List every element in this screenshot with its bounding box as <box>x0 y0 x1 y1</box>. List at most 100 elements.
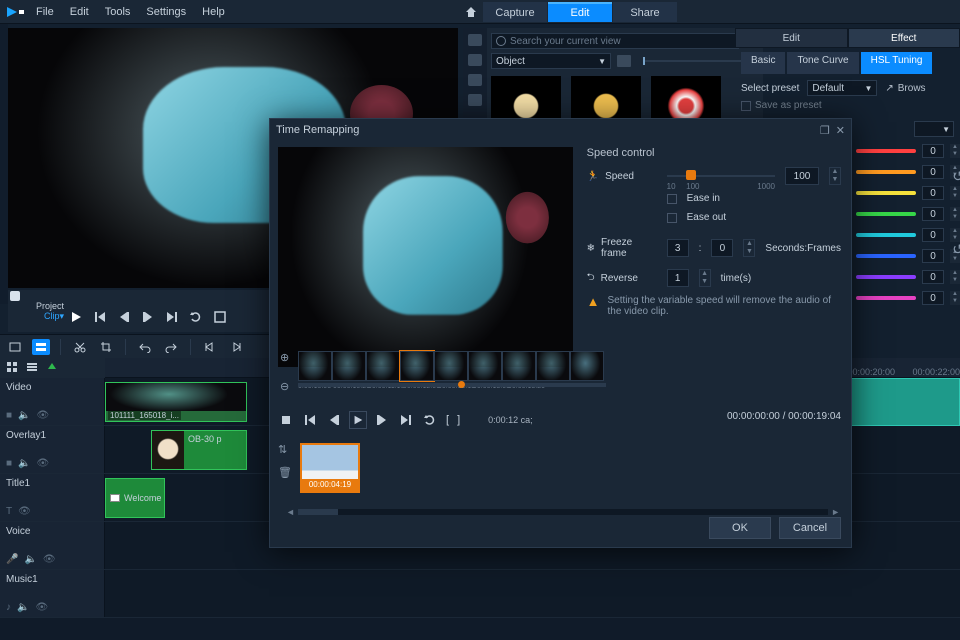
reverse-value[interactable]: 1 <box>667 269 689 287</box>
fs-thumb[interactable] <box>502 351 536 381</box>
fs-thumb[interactable] <box>400 351 434 381</box>
visibility-icon[interactable]: 👁 <box>37 410 50 421</box>
hsl-value[interactable]: 0 <box>922 165 944 179</box>
camera-icon[interactable]: ■ <box>6 410 12 421</box>
fs-ruler[interactable] <box>298 383 606 387</box>
overlay-clip[interactable]: OB-30 p <box>151 430 247 470</box>
cancel-button[interactable]: Cancel <box>779 517 841 539</box>
home-icon[interactable] <box>460 2 482 22</box>
fs-thumb[interactable] <box>468 351 502 381</box>
zoom-in-icon[interactable]: ⊕ <box>280 351 289 364</box>
play-icon[interactable] <box>350 412 366 428</box>
mark-out-icon[interactable] <box>227 339 245 355</box>
stop-icon[interactable] <box>278 412 294 428</box>
fs-thumb[interactable] <box>570 351 604 381</box>
zoom-out-icon[interactable]: ⊖ <box>280 380 289 393</box>
reverse-spinner[interactable]: ▲▼ <box>699 269 711 287</box>
visibility-icon[interactable]: 👁 <box>18 506 31 517</box>
mark-in-icon[interactable] <box>201 339 219 355</box>
hsl-spinner[interactable]: ▲▼ <box>950 144 960 158</box>
cut-icon[interactable] <box>71 339 89 355</box>
ok-button[interactable]: OK <box>709 517 771 539</box>
fx-sub-basic[interactable]: Basic <box>741 52 785 74</box>
easein-checkbox[interactable] <box>667 194 677 204</box>
hsl-spinner[interactable]: ▲▼ <box>950 291 960 305</box>
fx-tab-effect[interactable]: Effect <box>848 28 960 48</box>
stepfwd-icon[interactable] <box>374 412 390 428</box>
tab-capture[interactable]: Capture <box>483 2 547 22</box>
arrow-up-icon[interactable] <box>46 361 58 376</box>
search-input[interactable]: Search your current view <box>491 33 739 49</box>
reset-icon[interactable]: ↺ <box>952 241 960 258</box>
easeout-checkbox[interactable] <box>667 213 677 223</box>
mute-icon[interactable]: 🔈 <box>17 602 29 613</box>
hsl-value[interactable]: 0 <box>922 270 944 284</box>
prev-icon[interactable] <box>302 412 318 428</box>
step-fwd-icon[interactable] <box>140 309 156 325</box>
speed-spinner[interactable]: ▲▼ <box>829 167 841 185</box>
menu-settings[interactable]: Settings <box>146 6 186 18</box>
redo-icon[interactable] <box>162 339 180 355</box>
menu-help[interactable]: Help <box>202 6 225 18</box>
video-clip[interactable]: 101111_165018_i... <box>105 382 247 422</box>
cat-icon[interactable] <box>468 34 482 46</box>
folder-icon[interactable] <box>617 55 631 67</box>
title-clip[interactable]: Welcome <box>105 478 165 518</box>
cat-icon[interactable] <box>468 74 482 86</box>
visibility-icon[interactable]: 👁 <box>43 554 56 565</box>
play-icon[interactable] <box>68 309 84 325</box>
loop-icon[interactable] <box>422 412 438 428</box>
freeze-frm[interactable]: 0 <box>711 239 733 257</box>
step-back-icon[interactable] <box>116 309 132 325</box>
list-icon[interactable] <box>26 361 38 376</box>
reset-icon[interactable]: ↺ <box>952 168 960 185</box>
undo-icon[interactable] <box>136 339 154 355</box>
fs-thumb[interactable] <box>434 351 468 381</box>
cat-icon[interactable] <box>468 54 482 66</box>
tab-edit[interactable]: Edit <box>548 2 612 22</box>
visibility-icon[interactable]: 👁 <box>35 602 48 613</box>
hsl-value[interactable]: 0 <box>922 228 944 242</box>
crop-icon[interactable] <box>97 339 115 355</box>
cat-icon[interactable] <box>468 94 482 106</box>
freeze-spinner[interactable]: ▲▼ <box>743 239 755 257</box>
bracket-in-icon[interactable]: [ <box>446 414 449 426</box>
project-clip-toggle[interactable]: ProjectClip▾ <box>16 302 64 322</box>
hsl-spinner[interactable]: ▲▼ <box>950 270 960 284</box>
restore-icon[interactable]: ❐ <box>820 124 830 137</box>
menu-file[interactable]: File <box>36 6 54 18</box>
camera-icon[interactable]: ■ <box>6 458 12 469</box>
reorder-icon[interactable]: ⇅ <box>278 443 292 456</box>
mute-icon[interactable]: 🔈 <box>18 458 30 469</box>
preset-combo[interactable]: Default▼ <box>807 80 877 96</box>
mute-icon[interactable]: 🔈 <box>18 410 30 421</box>
fx-sub-hsltuning[interactable]: HSL Tuning <box>861 52 933 74</box>
video-clip-right[interactable] <box>850 378 960 426</box>
segment-scrollbar[interactable]: ◄► <box>298 509 828 515</box>
speed-slider[interactable]: 10 100 1000 <box>667 168 775 184</box>
text-icon[interactable]: T <box>6 506 12 517</box>
fullscreen-icon[interactable] <box>212 309 228 325</box>
menu-edit[interactable]: Edit <box>70 6 89 18</box>
mute-icon[interactable]: 🔈 <box>24 554 36 565</box>
hsl-value[interactable]: 0 <box>922 249 944 263</box>
fs-thumb[interactable] <box>536 351 570 381</box>
segment-thumb[interactable]: 00:00:04:19 <box>300 443 360 493</box>
category-combo[interactable]: Object▼ <box>491 53 611 69</box>
trash-icon[interactable]: 🗑 <box>278 466 292 479</box>
bracket-out-icon[interactable]: ] <box>457 414 460 426</box>
fs-thumb[interactable] <box>332 351 366 381</box>
fs-thumb[interactable] <box>298 351 332 381</box>
timeline-mode-icon[interactable] <box>32 339 50 355</box>
loop-icon[interactable] <box>188 309 204 325</box>
close-icon[interactable]: ✕ <box>836 124 845 137</box>
browse-button[interactable]: ↗Brows <box>885 83 925 94</box>
fx-tab-edit[interactable]: Edit <box>735 28 848 48</box>
fs-thumb[interactable] <box>366 351 400 381</box>
music-icon[interactable]: ♪ <box>6 602 11 613</box>
hsl-channel-combo[interactable]: ▼ <box>914 121 954 137</box>
tracks-icon[interactable] <box>6 361 18 376</box>
prev-clip-icon[interactable] <box>92 309 108 325</box>
hsl-value[interactable]: 0 <box>922 291 944 305</box>
speed-value[interactable]: 100 <box>785 167 819 185</box>
